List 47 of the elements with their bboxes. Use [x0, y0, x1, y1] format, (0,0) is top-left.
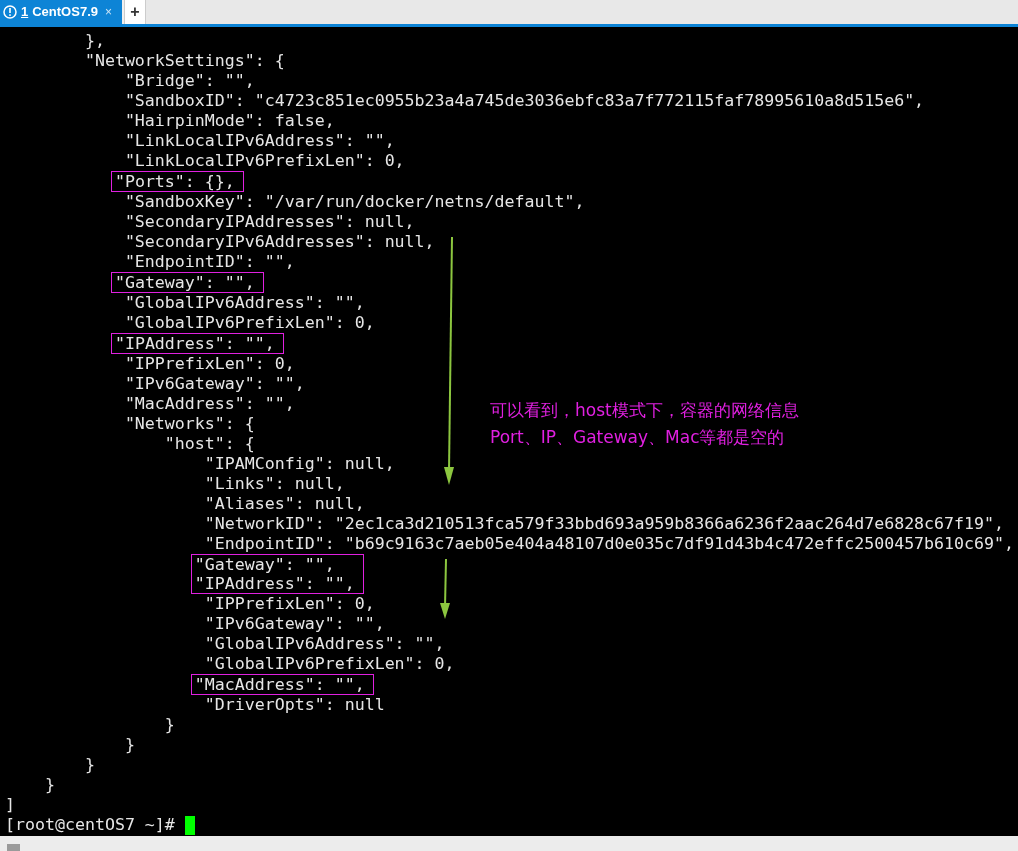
terminal-line: "host": { [163, 434, 255, 454]
terminal-line: } [123, 735, 135, 755]
new-tab-button[interactable]: + [124, 0, 146, 24]
terminal-line: "IPPrefixLen": 0, [203, 594, 375, 614]
terminal-line: "DriverOpts": null [203, 695, 385, 715]
terminal-line: "GlobalIPv6Address": "", [123, 293, 365, 313]
terminal-line: "LinkLocalIPv6Address": "", [123, 131, 395, 151]
terminal-line: } [43, 775, 55, 795]
terminal-line: "IPAddress": "", [194, 574, 355, 593]
terminal-line: "MacAddress": "", [123, 394, 295, 414]
terminal-line: } [163, 715, 175, 735]
terminal-line: "SecondaryIPv6Addresses": null, [123, 232, 435, 252]
terminal-line: ] [5, 795, 15, 815]
terminal-line: "IPAddress": "", [114, 334, 275, 353]
terminal-line: "HairpinMode": false, [123, 111, 335, 131]
annotation-text: 可以看到，host模式下，容器的网络信息 [490, 399, 799, 422]
terminal-line: "Links": null, [203, 474, 345, 494]
terminal-line: "GlobalIPv6Address": "", [203, 634, 445, 654]
terminal-line: "IPv6Gateway": "", [203, 614, 385, 634]
tab-title: CentOS7.9 [32, 3, 98, 22]
terminal-line: "LinkLocalIPv6PrefixLen": 0, [123, 151, 405, 171]
terminal-line: "IPAMConfig": null, [203, 454, 395, 474]
terminal-line: "SandboxID": "c4723c851ec0955b23a4a745de3036ebfc83a7f772115faf78995610a8d515e6", [123, 91, 925, 111]
terminal-line: "Aliases": null, [203, 494, 365, 514]
session-tab[interactable]: 1 CentOS7.9 × [0, 0, 122, 24]
annotation-text: Port、IP、Gateway、Mac等都是空的 [490, 426, 786, 449]
terminal-line: "Gateway": "", [114, 273, 255, 292]
tab-close-button[interactable]: × [105, 3, 112, 21]
terminal-line: "SecondaryIPAddresses": null, [123, 212, 415, 232]
terminal-line: "Networks": { [123, 414, 255, 434]
terminal-line: "IPv6Gateway": "", [123, 374, 305, 394]
terminal-line: "GlobalIPv6PrefixLen": 0, [203, 654, 455, 674]
shell-prompt: [root@centOS7 ~]# [5, 815, 175, 835]
terminal-line: } [83, 755, 95, 775]
terminal-line: "EndpointID": "", [123, 252, 295, 272]
terminal-line: "Ports": {}, [114, 172, 235, 191]
terminal-line: "NetworkSettings": { [83, 51, 285, 71]
terminal-line: "SandboxKey": "/var/run/docker/netns/default", [123, 192, 585, 212]
tab-number: 1 [21, 3, 29, 22]
terminal-line: }, [83, 31, 105, 51]
terminal-line: "MacAddress": "", [194, 675, 365, 694]
terminal-line: "IPPrefixLen": 0, [123, 354, 295, 374]
terminal-line: "Gateway": "", [194, 555, 336, 574]
terminal-line: "GlobalIPv6PrefixLen": 0, [123, 313, 375, 333]
terminal-line: "NetworkID": "2ec1ca3d210513fca579f33bbd693a959b8366a6236f2aac264d7e6828c67f19", [203, 514, 1005, 534]
terminal-line: "Bridge": "", [123, 71, 255, 91]
terminal-line: "EndpointID": "b69c9163c7aeb05e404a48107d0e035c7df91d43b4c472effc2500457b610c69", [203, 534, 1015, 554]
